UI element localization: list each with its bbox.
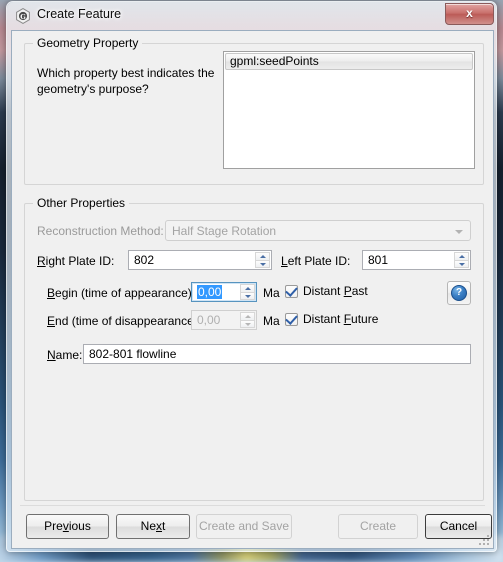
footer-separator <box>20 505 485 506</box>
begin-time-label: Begin (time of appearance): <box>47 286 196 300</box>
geometry-property-group: Geometry Property Which property best in… <box>24 36 484 185</box>
name-label: Name: <box>47 348 83 362</box>
begin-time-value: 0,00 <box>197 285 223 299</box>
geometry-question-line1: Which property best indicates the <box>37 66 215 80</box>
checkbox-box[interactable] <box>285 311 298 326</box>
name-label-text: ame: <box>55 348 83 362</box>
stepper-down-icon[interactable] <box>240 320 255 328</box>
list-item[interactable]: gpml:seedPoints <box>225 53 473 70</box>
right-plate-id-label-text: ight Plate ID: <box>45 254 115 268</box>
end-time-unit: Ma <box>263 314 280 328</box>
title-bar[interactable]: G Create Feature x <box>7 2 496 30</box>
next-button[interactable]: Next <box>116 514 190 539</box>
svg-text:G: G <box>20 13 26 21</box>
help-button[interactable]: ? <box>447 281 471 305</box>
begin-time-label-text: egin (time of appearance): <box>55 286 196 300</box>
window-title: Create Feature <box>37 7 122 21</box>
gplates-logo-icon: G <box>15 8 31 24</box>
name-input-value: 802-801 flowline <box>89 347 177 361</box>
check-icon <box>285 311 298 325</box>
geometry-property-group-title: Geometry Property <box>33 36 143 50</box>
right-plate-id-spinbox[interactable]: 802 <box>128 250 272 270</box>
chevron-down-icon <box>455 230 463 234</box>
begin-time-spinbox[interactable]: 0,00 <box>191 282 257 302</box>
end-time-stepper[interactable] <box>240 312 255 328</box>
stepper-up-icon[interactable] <box>240 284 255 292</box>
dialog-button-row: Previous Next Create and Save Create Can… <box>12 514 493 540</box>
stepper-down-icon[interactable] <box>255 260 270 268</box>
geometry-property-list[interactable]: gpml:seedPoints <box>223 51 475 169</box>
end-time-spinbox[interactable]: 0,00 <box>191 310 257 330</box>
reconstruction-method-label: Reconstruction Method: <box>37 224 164 238</box>
begin-time-stepper[interactable] <box>240 284 255 300</box>
end-time-label-text: nd (time of disappearance): <box>55 314 202 328</box>
left-plate-id-value: 801 <box>368 253 389 267</box>
left-plate-id-stepper[interactable] <box>454 252 469 268</box>
distant-past-checkbox[interactable]: Distant Past <box>285 283 368 298</box>
stepper-down-icon[interactable] <box>240 292 255 300</box>
right-plate-id-value: 802 <box>134 253 155 267</box>
resize-grip[interactable] <box>478 534 490 546</box>
end-time-label: End (time of disappearance): <box>47 314 202 328</box>
create-button[interactable]: Create <box>338 514 418 539</box>
create-and-save-button[interactable]: Create and Save <box>196 514 292 539</box>
left-plate-id-label: Left Plate ID: <box>281 254 351 268</box>
check-icon <box>285 283 298 297</box>
reconstruction-method-combobox[interactable]: Half Stage Rotation <box>165 220 471 241</box>
other-properties-group: Other Properties Reconstruction Method: … <box>24 196 484 501</box>
right-plate-id-label: Right Plate ID: <box>37 254 115 268</box>
stepper-up-icon[interactable] <box>255 252 270 260</box>
begin-time-unit: Ma <box>263 286 280 300</box>
stepper-down-icon[interactable] <box>454 260 469 268</box>
left-plate-id-spinbox[interactable]: 801 <box>362 250 471 270</box>
checkbox-box[interactable] <box>285 283 298 298</box>
help-question-icon: ? <box>451 285 467 301</box>
distant-future-checkbox[interactable]: Distant Future <box>285 311 379 326</box>
geometry-question-line2: geometry's purpose? <box>37 82 149 96</box>
create-feature-dialog: G Create Feature x Geometry Property Whi… <box>6 1 497 552</box>
end-time-value: 0,00 <box>197 313 221 327</box>
distant-future-label: Distant Future <box>303 312 379 326</box>
reconstruction-method-value: Half Stage Rotation <box>172 224 277 238</box>
stepper-up-icon[interactable] <box>454 252 469 260</box>
left-plate-id-label-text: eft Plate ID: <box>287 254 351 268</box>
stepper-up-icon[interactable] <box>240 312 255 320</box>
name-input[interactable]: 802-801 flowline <box>83 344 471 364</box>
previous-button[interactable]: Previous <box>26 514 109 539</box>
close-icon: x <box>466 6 473 20</box>
distant-past-label: Distant Past <box>303 284 368 298</box>
other-properties-group-title: Other Properties <box>33 196 130 210</box>
dialog-client-area: Geometry Property Which property best in… <box>11 30 494 549</box>
right-plate-id-stepper[interactable] <box>255 252 270 268</box>
close-button[interactable]: x <box>445 3 494 25</box>
